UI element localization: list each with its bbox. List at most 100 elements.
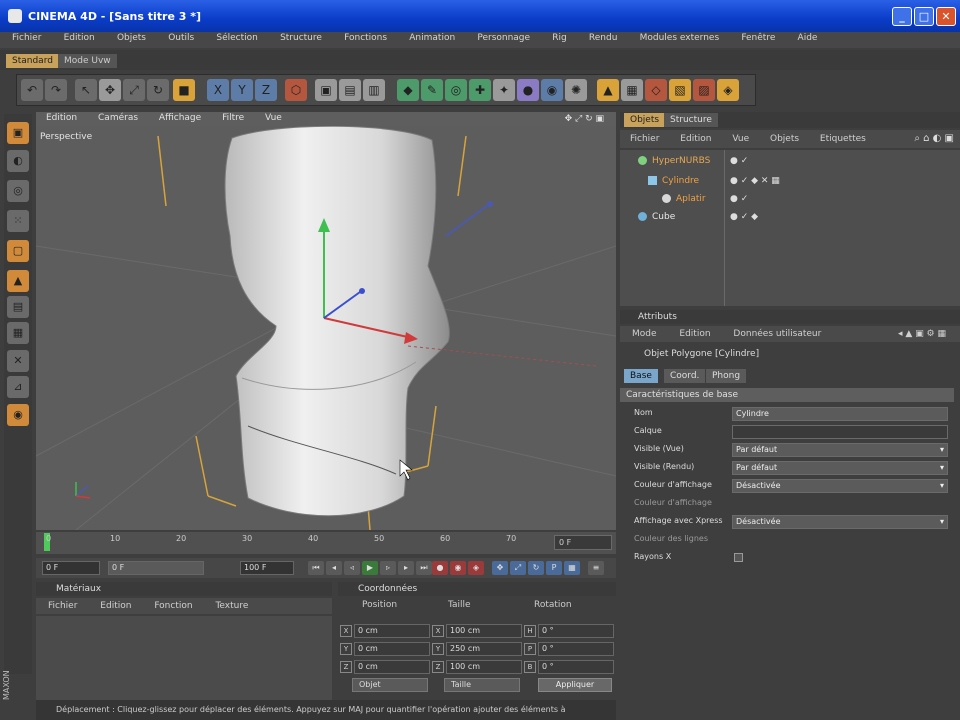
menu-edition[interactable]: Edition (52, 32, 102, 43)
move-icon[interactable]: ✥ (99, 79, 121, 101)
pos-z-field[interactable]: 0 cm (354, 660, 430, 674)
make-editable-icon[interactable]: ▣ (7, 122, 29, 144)
rot-p-field[interactable]: 0 ° (538, 642, 614, 656)
polygons-mode-icon[interactable]: ▧ (669, 79, 691, 101)
model-mode-icon[interactable]: ◐ (7, 150, 29, 172)
menu-animation[interactable]: Animation (397, 32, 462, 43)
menu-selection[interactable]: Sélection (204, 32, 264, 43)
tab-base[interactable]: Base (624, 369, 658, 383)
menu-aide[interactable]: Aide (786, 32, 825, 43)
next-frame-icon[interactable]: ▹ (380, 561, 396, 575)
materials-area[interactable] (36, 616, 332, 700)
points-mode-icon[interactable]: ▦ (621, 79, 643, 101)
workplane-icon[interactable]: ⊿ (7, 376, 29, 398)
rot-b-field[interactable]: 0 ° (538, 660, 614, 674)
pen-spline-icon[interactable]: ✎ (421, 79, 443, 101)
object-name[interactable]: Cube (652, 208, 675, 226)
menu-objets[interactable]: Objets (105, 32, 153, 43)
position-key-icon[interactable]: ✥ (492, 561, 508, 575)
texture-mode-icon[interactable]: ▨ (693, 79, 715, 101)
range-slider[interactable]: 0 F (108, 561, 204, 575)
axis-z-icon[interactable]: Z (255, 79, 277, 101)
object-name[interactable]: Cylindre (662, 172, 699, 190)
object-row-cylindre[interactable]: Cylindre ● ✓ ◆ ✕ ▦ (620, 172, 960, 190)
obj-menu-etiquettes[interactable]: Etiquettes (810, 130, 874, 148)
layout-tab-standard[interactable]: Standard (6, 54, 59, 68)
edges-tool-icon[interactable]: ▢ (7, 240, 29, 262)
prev-frame-icon[interactable]: ◃ (344, 561, 360, 575)
size-mode-select[interactable]: Taille (444, 678, 520, 692)
points-tool-icon[interactable]: ⁙ (7, 210, 29, 232)
array-icon[interactable]: ✚ (469, 79, 491, 101)
render-view-icon[interactable]: ▣ (315, 79, 337, 101)
attr-nav-icons[interactable]: ◂ ▲ ▣ ⚙ ▦ (886, 326, 954, 342)
render-picture-icon[interactable]: ▥ (363, 79, 385, 101)
vp-menu-filtre[interactable]: Filtre (212, 112, 252, 123)
obj-menu-vue[interactable]: Vue (722, 130, 757, 148)
menu-structure[interactable]: Structure (268, 32, 329, 43)
timeline-menu-icon[interactable]: ≡ (588, 561, 604, 575)
locked-workplane-icon[interactable]: ◉ (7, 404, 29, 426)
next-key-icon[interactable]: ▸ (398, 561, 414, 575)
uv-points-icon[interactable]: ▤ (7, 296, 29, 318)
xray-checkbox[interactable] (734, 553, 743, 562)
object-row-cube[interactable]: Cube ● ✓ ◆ (620, 208, 960, 226)
deformer-icon[interactable]: ✦ (493, 79, 515, 101)
mat-menu-edition[interactable]: Edition (88, 598, 139, 614)
xpress-display-select[interactable]: Désactivée (732, 515, 948, 529)
vp-menu-cameras[interactable]: Caméras (88, 112, 146, 123)
workplane-mode-icon[interactable]: ◈ (717, 79, 739, 101)
visible-editor-select[interactable]: Par défaut (732, 443, 948, 457)
object-name[interactable]: HyperNURBS (652, 152, 710, 170)
object-flags[interactable]: ● ✓ ◆ (730, 208, 758, 226)
redo-icon[interactable]: ↷ (45, 79, 67, 101)
object-flags[interactable]: ● ✓ (730, 152, 748, 170)
rotate-icon[interactable]: ↻ (147, 79, 169, 101)
menu-personnage[interactable]: Personnage (465, 32, 537, 43)
scene-icon[interactable]: ● (517, 79, 539, 101)
viewport-nav-icons[interactable]: ✥ ⤢ ↻ ▣ (555, 113, 612, 124)
close-button[interactable]: ✕ (936, 7, 956, 26)
polygons-tool-icon[interactable]: ▲ (7, 270, 29, 292)
pos-x-field[interactable]: 0 cm (354, 624, 430, 638)
object-axis-icon[interactable]: ◎ (7, 180, 29, 202)
edges-mode-icon[interactable]: ◇ (645, 79, 667, 101)
live-select-icon[interactable]: ↖ (75, 79, 97, 101)
timeline[interactable]: 0 10 20 30 40 50 60 70 0 F (36, 532, 616, 554)
current-frame-field[interactable]: 0 F (554, 535, 612, 550)
snap-icon[interactable]: ✕ (7, 350, 29, 372)
search-icon[interactable]: ⌕ ⌂ ◐ ▣ (914, 130, 954, 148)
axis-x-icon[interactable]: X (207, 79, 229, 101)
obj-menu-fichier[interactable]: Fichier (620, 130, 667, 148)
object-row-aplatir[interactable]: Aplatir ● ✓ (620, 190, 960, 208)
apply-button[interactable]: Appliquer (538, 678, 612, 692)
goto-start-icon[interactable]: ⏮ (308, 561, 324, 575)
objects-list[interactable]: HyperNURBS ● ✓ Cylindre ● ✓ ◆ ✕ ▦ Aplati… (620, 150, 960, 306)
render-region-icon[interactable]: ▤ (339, 79, 361, 101)
size-z-field[interactable]: 100 cm (446, 660, 522, 674)
tab-structure[interactable]: Structure (664, 113, 718, 127)
rotation-key-icon[interactable]: ↻ (528, 561, 544, 575)
mat-menu-fonction[interactable]: Fonction (142, 598, 200, 614)
goto-end-icon[interactable]: ⏭ (416, 561, 432, 575)
attr-menu-edition[interactable]: Edition (667, 326, 718, 342)
layout-tab-uvw[interactable]: Mode Uvw (58, 54, 117, 68)
vp-menu-edition[interactable]: Edition (36, 112, 85, 123)
3d-viewport[interactable]: Perspective (36, 126, 616, 530)
play-icon[interactable]: ▶ (362, 561, 378, 575)
keyframe-select-icon[interactable]: ◈ (468, 561, 484, 575)
axis-y-icon[interactable]: Y (231, 79, 253, 101)
visible-render-select[interactable]: Par défaut (732, 461, 948, 475)
display-color-select[interactable]: Désactivée (732, 479, 948, 493)
object-row-hypernurbs[interactable]: HyperNURBS ● ✓ (620, 152, 960, 170)
obj-menu-edition[interactable]: Edition (670, 130, 719, 148)
prev-key-icon[interactable]: ◂ (326, 561, 342, 575)
pos-y-field[interactable]: 0 cm (354, 642, 430, 656)
param-key-icon[interactable]: P (546, 561, 562, 575)
name-input[interactable]: Cylindre (732, 407, 948, 421)
mat-menu-fichier[interactable]: Fichier (36, 598, 85, 614)
undo-icon[interactable]: ↶ (21, 79, 43, 101)
tab-phong[interactable]: Phong (706, 369, 747, 383)
cube-primitive-icon[interactable]: ◆ (397, 79, 419, 101)
menu-rendu[interactable]: Rendu (577, 32, 625, 43)
